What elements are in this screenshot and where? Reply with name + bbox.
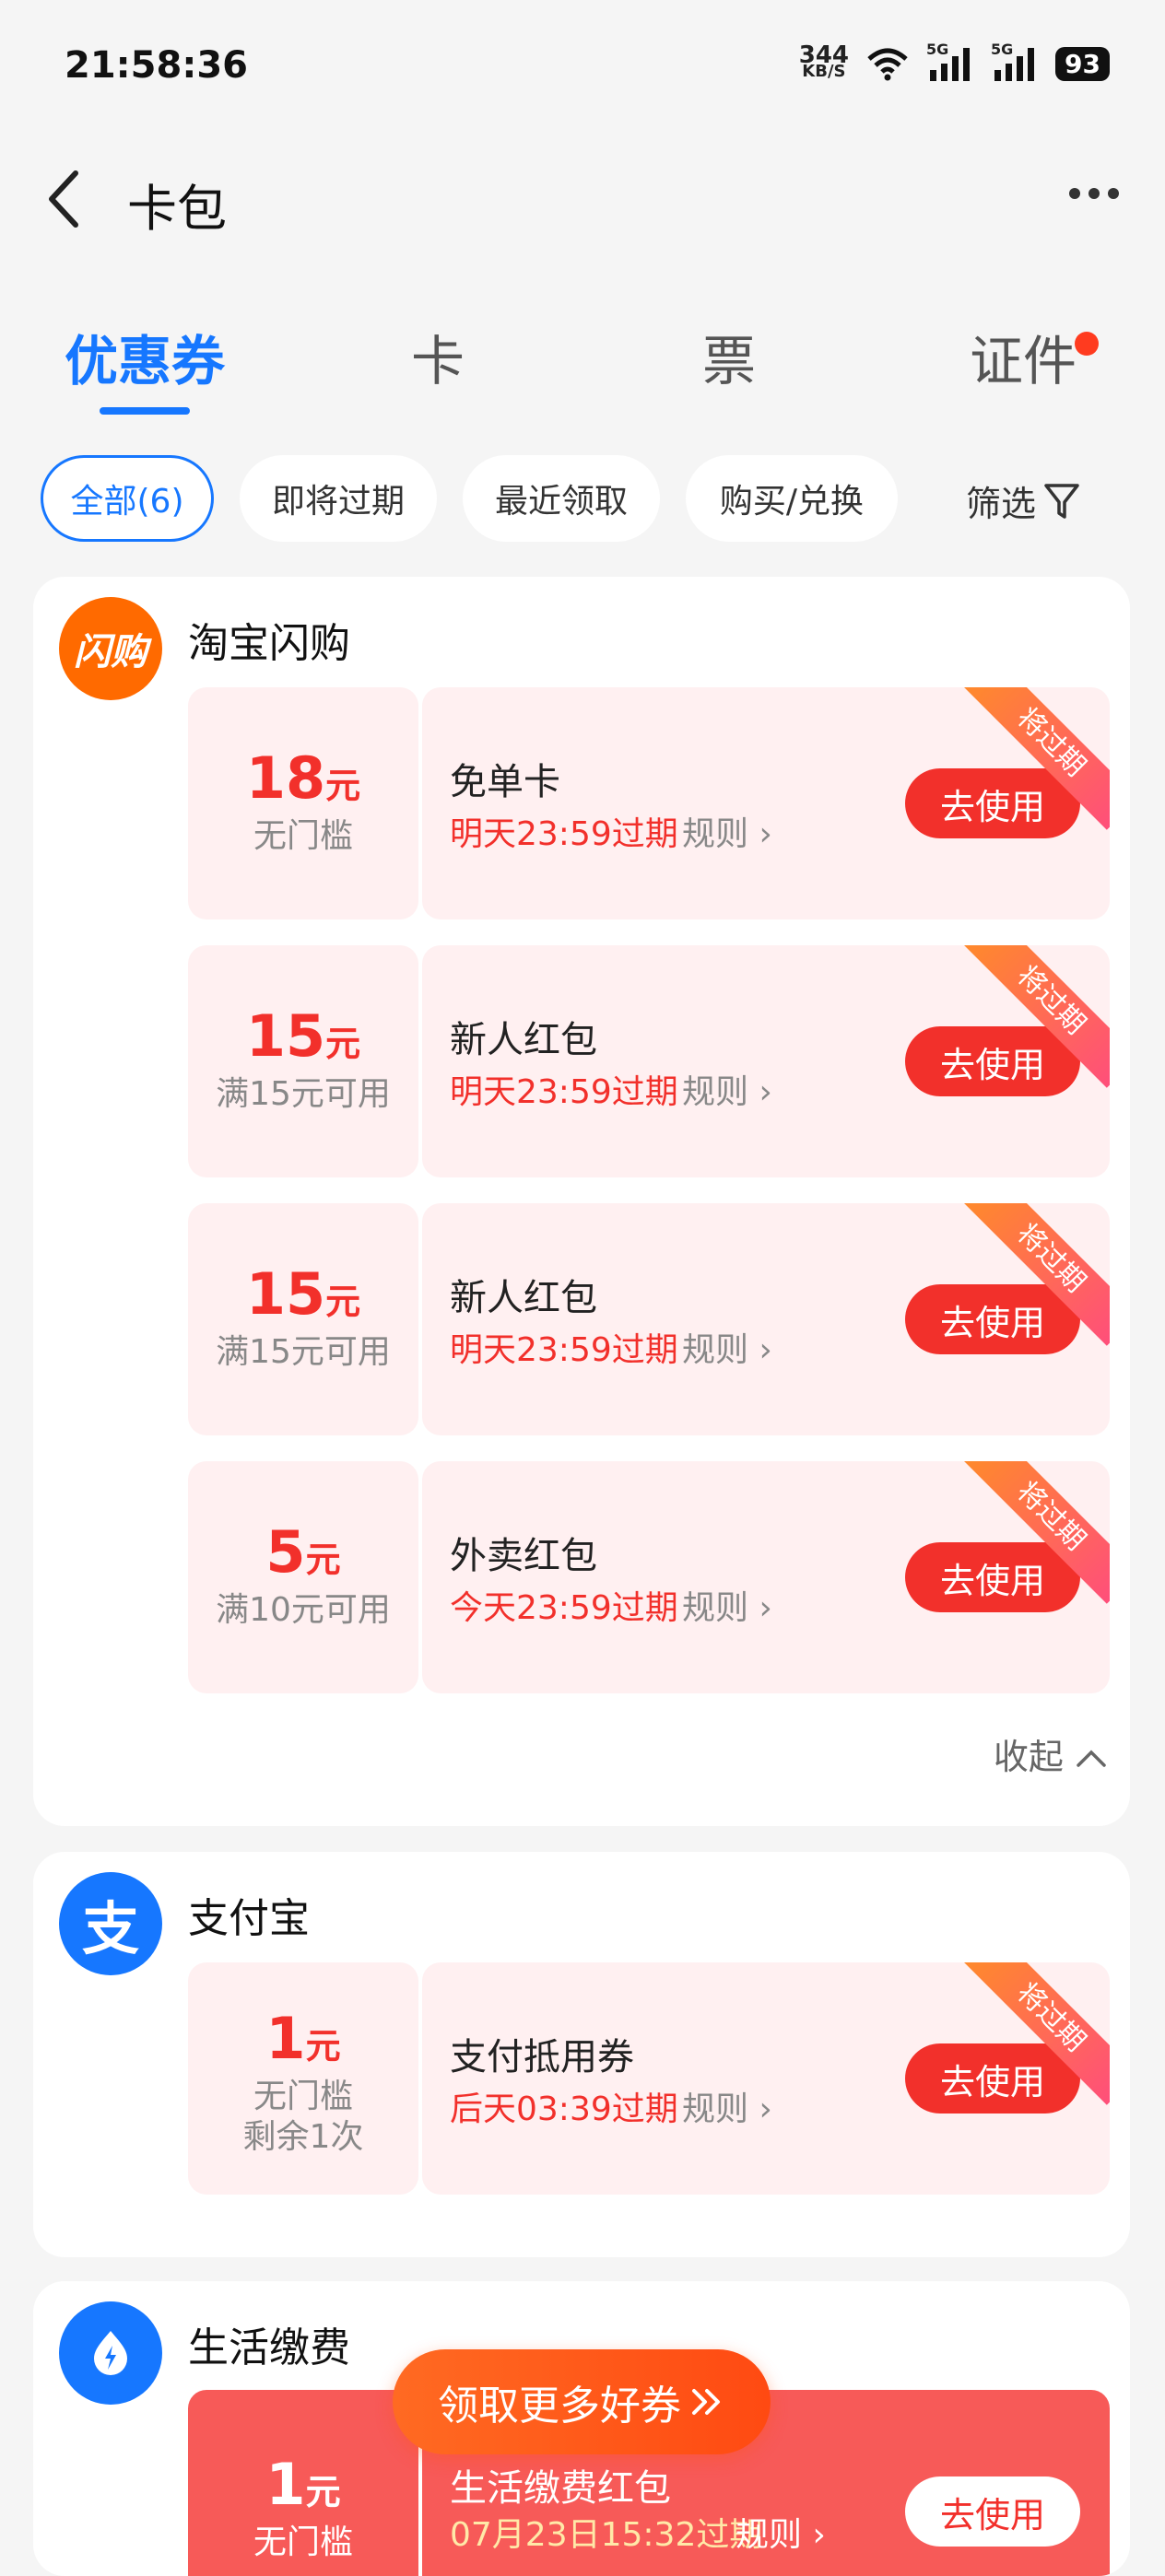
coupon-item: 18元 无门槛 免单卡 明天23:59过期 规则 › 去使用 将过期	[188, 687, 1110, 919]
use-button[interactable]: 去使用	[905, 1026, 1080, 1096]
alipay-logo: 支	[59, 1872, 162, 1975]
tab-coupons[interactable]: 优惠券	[65, 318, 225, 395]
brand-name: 支付宝	[188, 1895, 310, 1942]
chip-all[interactable]: 全部(6)	[41, 455, 214, 542]
coupon-expiry: 明天23:59过期	[450, 1073, 678, 1111]
coupon-item: 15元 满15元可用 新人红包 明天23:59过期 规则 › 去使用 将过期	[188, 945, 1110, 1177]
status-icons: 344 KB/S 5G 5G 93	[798, 41, 1110, 81]
signal-1: 5G	[926, 41, 974, 81]
wifi-icon	[867, 48, 908, 81]
double-chevron-right-icon	[692, 2389, 720, 2415]
header: 卡包	[0, 147, 1165, 249]
coupon-expiry: 后天03:39过期	[450, 2090, 678, 2128]
get-more-coupons-button[interactable]: 领取更多好券	[393, 2349, 771, 2454]
chip-purchase[interactable]: 购买/兑换	[686, 455, 898, 542]
filter-label: 筛选	[966, 484, 1037, 524]
rule-link[interactable]: 规则 ›	[682, 1323, 772, 1371]
tab-cards[interactable]: 卡	[411, 318, 465, 395]
coupon-expiry: 今天23:59过期	[450, 1589, 678, 1627]
use-button[interactable]: 去使用	[905, 1542, 1080, 1612]
brand-name: 淘宝闪购	[188, 620, 350, 667]
rule-link[interactable]: 规则 ›	[682, 1581, 772, 1629]
chip-expiring[interactable]: 即将过期	[240, 455, 437, 542]
tab-bar: 优惠券 卡 票 证件	[0, 304, 1165, 415]
network-speed: 344 KB/S	[798, 41, 850, 81]
coupon-group-alipay: 支 支付宝 1元 无门槛 剩余1次 支付抵用券 后天03:39过期 规则 › 去…	[33, 1852, 1130, 2257]
coupon-amount-box: 18元 无门槛	[188, 687, 418, 919]
coupon-info: 新人红包 明天23:59过期 规则 › 去使用 将过期	[422, 945, 1110, 1177]
signal-2: 5G	[991, 41, 1039, 81]
page-title: 卡包	[127, 180, 227, 238]
coupon-amount-box: 15元 满15元可用	[188, 1203, 418, 1435]
coupon-amount-box: 15元 满15元可用	[188, 945, 418, 1177]
filter-button[interactable]: 筛选	[966, 475, 1080, 526]
coupon-name: 免单卡	[450, 761, 560, 803]
rule-link[interactable]: 规则 ›	[682, 807, 772, 855]
collapse-button[interactable]: 收起	[994, 1728, 1108, 1779]
coupon-expiry: 明天23:59过期	[450, 815, 678, 853]
coupon-name: 新人红包	[450, 1019, 597, 1061]
coupon-name: 生活缴费红包	[450, 2467, 671, 2510]
coupon-expiry: 07月23日15:32过期	[450, 2516, 763, 2554]
status-bar: 21:58:36 344 KB/S 5G 5G 93	[0, 0, 1165, 138]
coupon-group-taobao: 闪购 淘宝闪购 18元 无门槛 免单卡 明天23:59过期 规则 › 去使用 将…	[33, 577, 1130, 1826]
status-time: 21:58:36	[65, 44, 248, 87]
use-button[interactable]: 去使用	[905, 2043, 1080, 2113]
coupon-item: 1元 无门槛 剩余1次 支付抵用券 后天03:39过期 规则 › 去使用 将过期	[188, 1962, 1110, 2195]
coupon-item: 15元 满15元可用 新人红包 明天23:59过期 规则 › 去使用 将过期	[188, 1203, 1110, 1435]
use-button[interactable]: 去使用	[905, 2476, 1080, 2547]
coupon-name: 外卖红包	[450, 1535, 597, 1577]
coupon-info: 支付抵用券 后天03:39过期 规则 › 去使用 将过期	[422, 1962, 1110, 2195]
battery-icon: 93	[1055, 46, 1110, 81]
back-arrow-icon[interactable]	[44, 168, 81, 230]
coupon-amount-box: 1元 无门槛	[188, 2390, 418, 2576]
coupon-info: 外卖红包 今天23:59过期 规则 › 去使用 将过期	[422, 1461, 1110, 1693]
tab-tickets[interactable]: 票	[702, 318, 756, 395]
chip-recent[interactable]: 最近领取	[463, 455, 660, 542]
notification-dot	[1075, 332, 1099, 356]
more-icon[interactable]	[1069, 188, 1119, 199]
coupon-name: 支付抵用券	[450, 2036, 634, 2078]
chevron-up-icon	[1077, 1750, 1106, 1767]
utility-logo	[59, 2301, 162, 2405]
funnel-icon	[1044, 483, 1079, 519]
coupon-item: 5元 满10元可用 外卖红包 今天23:59过期 规则 › 去使用 将过期	[188, 1461, 1110, 1693]
tab-ids[interactable]: 证件	[970, 318, 1077, 395]
brand-name: 生活缴费	[188, 2324, 350, 2371]
coupon-amount-box: 5元 满10元可用	[188, 1461, 418, 1693]
coupon-amount-box: 1元 无门槛 剩余1次	[188, 1962, 418, 2195]
rule-link[interactable]: 规则 ›	[735, 2508, 826, 2556]
taobao-flash-logo: 闪购	[59, 597, 162, 700]
filter-chips: 全部(6) 即将过期 最近领取 购买/兑换	[41, 455, 898, 544]
rule-link[interactable]: 规则 ›	[682, 2082, 772, 2130]
coupon-info: 新人红包 明天23:59过期 规则 › 去使用 将过期	[422, 1203, 1110, 1435]
coupon-expiry: 明天23:59过期	[450, 1331, 678, 1369]
coupon-name: 新人红包	[450, 1277, 597, 1319]
rule-link[interactable]: 规则 ›	[682, 1065, 772, 1113]
use-button[interactable]: 去使用	[905, 768, 1080, 838]
use-button[interactable]: 去使用	[905, 1284, 1080, 1354]
tab-indicator	[100, 407, 190, 415]
coupon-info: 免单卡 明天23:59过期 规则 › 去使用 将过期	[422, 687, 1110, 919]
lightning-icon	[94, 2331, 127, 2375]
